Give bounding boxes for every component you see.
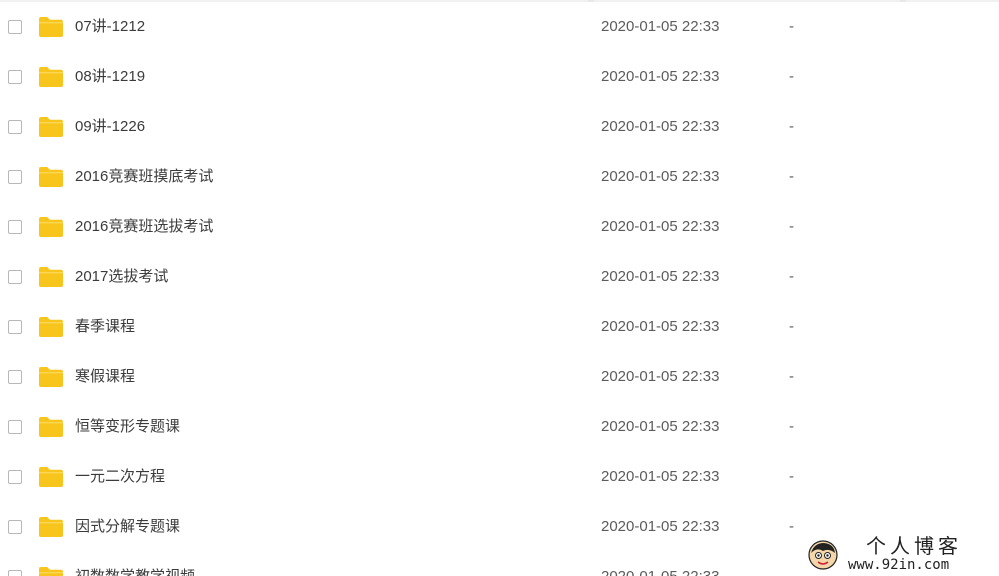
modified-date: 2020-01-05 22:33 xyxy=(601,118,720,135)
modified-date: 2020-01-05 22:33 xyxy=(601,168,720,185)
watermark-title: 个人博客 xyxy=(866,534,962,558)
watermark-url: www.92in.com xyxy=(848,557,950,573)
modified-date: 2020-01-05 22:33 xyxy=(601,68,720,85)
folder-icon xyxy=(38,316,64,338)
file-size: - xyxy=(789,368,794,385)
checkbox-icon[interactable] xyxy=(8,70,22,84)
column-divider xyxy=(588,0,594,2)
file-row[interactable]: 2017选拔考试 2020-01-05 22:33 - xyxy=(0,253,999,303)
checkbox-icon[interactable] xyxy=(8,20,22,34)
file-size: - xyxy=(789,418,794,435)
checkbox-icon[interactable] xyxy=(8,570,22,576)
column-divider xyxy=(900,0,906,2)
file-row[interactable]: 寒假课程 2020-01-05 22:33 - xyxy=(0,353,999,403)
modified-date: 2020-01-05 22:33 xyxy=(601,218,720,235)
file-name[interactable]: 2017选拔考试 xyxy=(75,267,168,287)
file-size: - xyxy=(789,268,794,285)
file-row[interactable]: 07讲-1212 2020-01-05 22:33 - xyxy=(0,3,999,53)
checkbox-icon[interactable] xyxy=(8,270,22,284)
modified-date: 2020-01-05 22:33 xyxy=(601,518,720,535)
file-size: - xyxy=(789,518,794,535)
file-browser: 07讲-1212 2020-01-05 22:33 - 08讲-1219 2020-01… xyxy=(0,0,999,576)
folder-icon xyxy=(38,366,64,388)
file-name[interactable]: 初数数学教学视频 xyxy=(75,567,195,576)
modified-date: 2020-01-05 22:33 xyxy=(601,268,720,285)
folder-icon xyxy=(38,466,64,488)
file-name[interactable]: 因式分解专题课 xyxy=(75,517,180,537)
file-name[interactable]: 07讲-1212 xyxy=(75,17,145,37)
file-name[interactable]: 08讲-1219 xyxy=(75,67,145,87)
checkbox-icon[interactable] xyxy=(8,370,22,384)
file-size: - xyxy=(789,218,794,235)
folder-icon xyxy=(38,66,64,88)
folder-icon xyxy=(38,516,64,538)
file-size: - xyxy=(789,168,794,185)
checkbox-icon[interactable] xyxy=(8,120,22,134)
file-size: - xyxy=(789,468,794,485)
file-name[interactable]: 09讲-1226 xyxy=(75,117,145,137)
folder-icon xyxy=(38,566,64,576)
file-row[interactable]: 08讲-1219 2020-01-05 22:33 - xyxy=(0,53,999,103)
folder-icon xyxy=(38,116,64,138)
modified-date: 2020-01-05 22:33 xyxy=(601,18,720,35)
file-row[interactable]: 09讲-1226 2020-01-05 22:33 - xyxy=(0,103,999,153)
checkbox-icon[interactable] xyxy=(8,520,22,534)
header-divider xyxy=(0,0,999,2)
folder-icon xyxy=(38,166,64,188)
file-row[interactable]: 2016竞赛班选拔考试 2020-01-05 22:33 - xyxy=(0,203,999,253)
modified-date: 2020-01-05 22:33 xyxy=(601,368,720,385)
file-row[interactable]: 2016竞赛班摸底考试 2020-01-05 22:33 - xyxy=(0,153,999,203)
file-row[interactable]: 恒等变形专题课 2020-01-05 22:33 - xyxy=(0,403,999,453)
file-row[interactable]: 一元二次方程 2020-01-05 22:33 - xyxy=(0,453,999,503)
checkbox-icon[interactable] xyxy=(8,320,22,334)
file-name[interactable]: 寒假课程 xyxy=(75,367,135,387)
modified-date: 2020-01-05 22:33 xyxy=(601,468,720,485)
file-size: - xyxy=(789,18,794,35)
checkbox-icon[interactable] xyxy=(8,420,22,434)
folder-icon xyxy=(38,216,64,238)
file-size: - xyxy=(789,68,794,85)
blog-watermark: 个人博客 www.92in.com xyxy=(806,534,999,576)
folder-icon xyxy=(38,416,64,438)
file-name[interactable]: 一元二次方程 xyxy=(75,467,165,487)
file-size: - xyxy=(789,118,794,135)
modified-date: 2020-01-05 22:33 xyxy=(601,418,720,435)
file-list: 07讲-1212 2020-01-05 22:33 - 08讲-1219 2020-01… xyxy=(0,3,999,576)
avatar-icon xyxy=(807,539,839,571)
file-name[interactable]: 2016竞赛班选拔考试 xyxy=(75,217,213,237)
modified-date: 2020-01-05 22:33 xyxy=(601,318,720,335)
checkbox-icon[interactable] xyxy=(8,170,22,184)
file-row[interactable]: 春季课程 2020-01-05 22:33 - xyxy=(0,303,999,353)
file-size: - xyxy=(789,567,794,576)
file-name[interactable]: 恒等变形专题课 xyxy=(75,417,180,437)
folder-icon xyxy=(38,16,64,38)
modified-date: 2020-01-05 22:33 xyxy=(601,567,719,576)
file-name[interactable]: 春季课程 xyxy=(75,317,135,337)
file-name[interactable]: 2016竞赛班摸底考试 xyxy=(75,167,213,187)
checkbox-icon[interactable] xyxy=(8,470,22,484)
folder-icon xyxy=(38,266,64,288)
file-size: - xyxy=(789,318,794,335)
checkbox-icon[interactable] xyxy=(8,220,22,234)
